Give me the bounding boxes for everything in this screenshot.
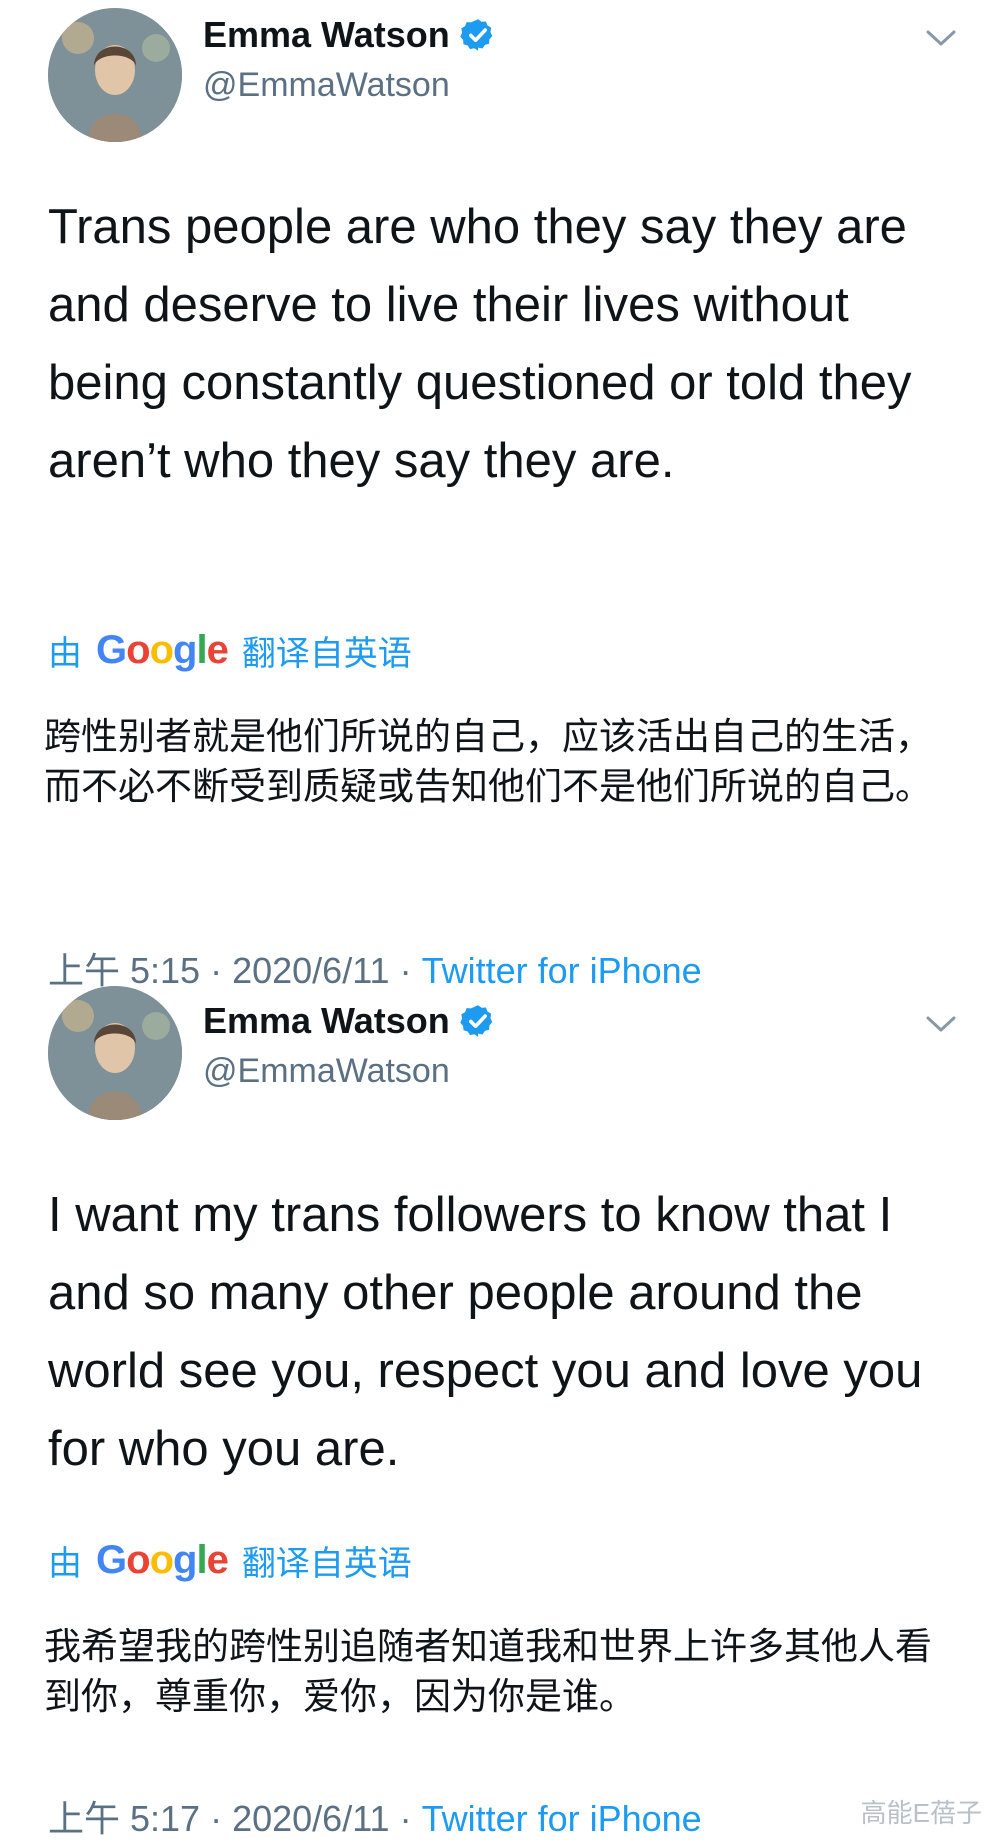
- handle[interactable]: @EmmaWatson: [203, 1052, 450, 1091]
- avatar[interactable]: [48, 8, 182, 142]
- display-name[interactable]: Emma Watson: [203, 1000, 450, 1042]
- google-logo: Google: [96, 628, 229, 672]
- handle[interactable]: @EmmaWatson: [203, 66, 450, 105]
- verified-badge-icon: [460, 1005, 492, 1037]
- translate-suffix: 翻译自英语: [241, 635, 412, 673]
- translated-text: 我希望我的跨性别追随者知道我和世界上许多其他人看到你，尊重你，爱你，因为你是谁。: [44, 1625, 932, 1718]
- watermark: 高能E蓓子: [860, 1798, 982, 1828]
- tweet-date[interactable]: 2020/6/11: [232, 950, 389, 991]
- translate-row[interactable]: 由 Google 翻译自英语: [48, 626, 412, 675]
- display-name[interactable]: Emma Watson: [203, 14, 450, 56]
- name-row[interactable]: Emma Watson: [203, 14, 496, 56]
- translate-suffix: 翻译自英语: [241, 1545, 412, 1583]
- tweet-source-link[interactable]: Twitter for iPhone: [422, 1798, 702, 1839]
- tweet-text: I want my trans followers to know that I…: [48, 1188, 923, 1476]
- avatar-photo-icon: [48, 986, 182, 1120]
- tweet-time[interactable]: 上午 5:15: [48, 950, 200, 991]
- timestamp-row: 上午 5:15 · 2020/6/11 · Twitter for iPhone: [48, 950, 702, 991]
- name-row[interactable]: Emma Watson: [203, 1000, 496, 1042]
- translated-text: 跨性别者就是他们所说的自己，应该活出自己的生活，而不必不断受到质疑或告知他们不是…: [44, 715, 932, 808]
- chevron-down-icon[interactable]: [924, 26, 958, 50]
- timestamp-row: 上午 5:17 · 2020/6/11 · Twitter for iPhone: [48, 1798, 702, 1839]
- translate-prefix: 由: [48, 1545, 82, 1583]
- tweet-date[interactable]: 2020/6/11: [232, 1798, 389, 1839]
- translate-row[interactable]: 由 Google 翻译自英语: [48, 1536, 412, 1585]
- verified-badge-icon: [460, 19, 492, 51]
- chevron-down-icon[interactable]: [924, 1012, 958, 1036]
- tweet-time[interactable]: 上午 5:17: [48, 1798, 200, 1839]
- tweet-text: Trans people are who they say they are a…: [48, 200, 912, 488]
- google-logo: Google: [96, 1538, 229, 1582]
- avatar-photo-icon: [48, 8, 182, 142]
- avatar[interactable]: [48, 986, 182, 1120]
- tweet-source-link[interactable]: Twitter for iPhone: [422, 950, 702, 991]
- translate-prefix: 由: [48, 635, 82, 673]
